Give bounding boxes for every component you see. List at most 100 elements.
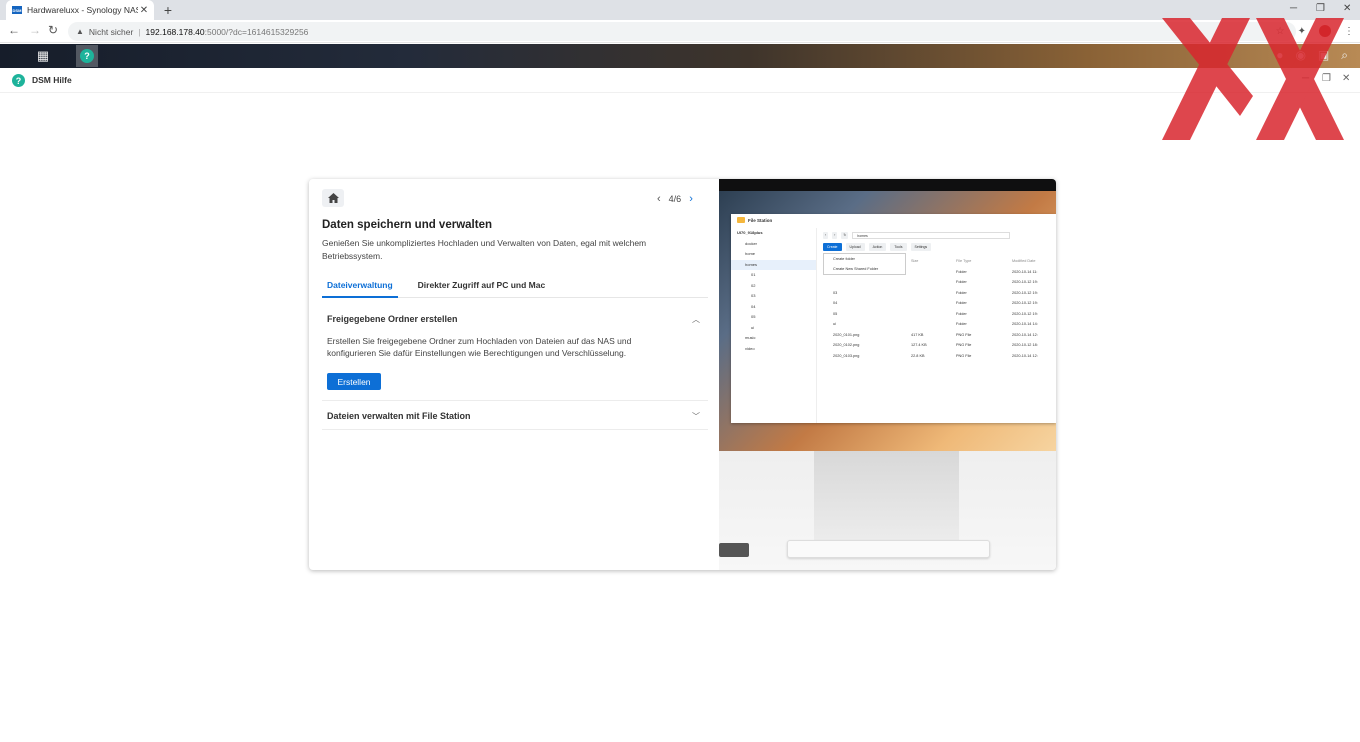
fs-cell: Folder — [956, 301, 967, 305]
fs-cell: 03 — [833, 290, 838, 295]
chevron-down-icon[interactable]: ﹀ — [692, 411, 700, 422]
fs-cell — [911, 277, 956, 288]
tab-close-icon[interactable]: ✕ — [138, 5, 150, 16]
monitor-illustration: File Station UI70_918plus docker home ho… — [719, 179, 1056, 451]
fs-action: Action — [868, 243, 887, 251]
fs-cell: 2020-10-14 14: — [1012, 322, 1038, 326]
fs-cell: 05 — [833, 311, 838, 316]
fs-cell: 2020-10-14 11: — [1012, 269, 1038, 274]
fs-table-row: 05 Folder 2020-10-12 19: — [823, 309, 1056, 320]
browser-tab[interactable]: DSM Hardwareluxx - Synology NAS ✕ — [6, 0, 154, 20]
fs-cell — [911, 319, 956, 330]
fs-cell — [823, 277, 911, 288]
tree-item: 01 — [751, 272, 756, 277]
fs-cell — [911, 298, 956, 309]
fs-back-icon: ‹ — [823, 231, 829, 239]
tree-item: ui — [751, 324, 755, 330]
help-card: ‹ 4/6 › Daten speichern und verwalten Ge… — [309, 179, 1056, 570]
url-path: :5000/?dc=1614615329256 — [204, 26, 309, 37]
keyboard — [787, 540, 990, 558]
fs-actions: Create Upload Action Tools Settings — [823, 243, 932, 251]
address-toolbar: ← → ↻ ▲ Nicht sicher | 192.168.178.40 :5… — [0, 20, 1360, 43]
fs-cell: Folder — [956, 322, 967, 326]
fs-path: homes — [852, 231, 1011, 239]
tree-item: 02 — [751, 282, 756, 288]
fs-create-menu: Create folder Create New Shared Folder — [823, 253, 906, 275]
fs-menu-item: Create New Shared Folder — [833, 267, 879, 271]
reload-icon[interactable]: ↻ — [48, 23, 58, 37]
file-station-window: File Station UI70_918plus docker home ho… — [731, 214, 1056, 423]
dsm-help-app-icon: ? — [12, 74, 25, 87]
fs-cell: Folder — [956, 280, 967, 284]
fs-action: Tools — [890, 243, 907, 251]
fs-forward-icon: › — [832, 231, 838, 239]
fs-table-row: 2020_0101.png 417 KB PNG File 2020-10-14 12… — [823, 330, 1056, 341]
fs-table-row: ui Folder 2020-10-14 14: — [823, 319, 1056, 330]
fs-cell: PNG File — [956, 332, 972, 337]
fs-cell: Size — [911, 259, 919, 263]
fs-cell: 22.8 KB — [911, 353, 925, 358]
tab-direkter-zugriff[interactable]: Direkter Zugriff auf PC und Mac — [413, 275, 551, 298]
next-page-icon[interactable]: › — [689, 193, 693, 205]
fs-cell: PNG File — [956, 353, 972, 358]
accordion-freigegebene-ordner: Freigegebene Ordner erstellen ︿ Erstelle… — [322, 303, 708, 401]
tree-item: docker — [745, 240, 758, 246]
security-label: Nicht sicher — [88, 26, 134, 37]
forward-icon[interactable]: → — [29, 23, 41, 37]
fs-title-text: File Station — [748, 217, 773, 223]
new-tab-button[interactable]: + — [160, 2, 176, 18]
fs-toolbar: ‹ › ↻ homes — [823, 230, 1056, 240]
tree-item: 03 — [751, 293, 756, 298]
fs-table-row: 2020_0103.png 22.8 KB PNG File 2020-10-14 1… — [823, 351, 1056, 362]
url-host: 192.168.178.40 — [145, 26, 205, 37]
back-icon[interactable]: ← — [8, 23, 20, 37]
fs-cell: Folder — [956, 290, 967, 295]
create-button[interactable]: Erstellen — [327, 373, 381, 390]
tab-dateiverwaltung[interactable]: Dateiverwaltung — [322, 275, 398, 298]
restore-icon[interactable]: ❐ — [1316, 3, 1325, 14]
tree-item: video — [745, 345, 755, 351]
phone — [719, 543, 749, 557]
tree-item: 04 — [751, 303, 756, 309]
fs-cell — [911, 309, 956, 320]
fs-cell: 127.4 KB — [911, 343, 927, 347]
fs-title: File Station — [737, 217, 772, 223]
fs-refresh-icon: ↻ — [841, 231, 849, 239]
page-description: Genießen Sie unkompliziertes Hochladen u… — [322, 238, 647, 261]
page-indicator: 4/6 — [668, 194, 682, 204]
fs-action: Create — [823, 243, 842, 251]
tree-item: UI70_918plus — [737, 230, 763, 235]
tree-item: 05 — [751, 314, 756, 319]
tab-title: Hardwareluxx - Synology NAS — [27, 5, 138, 15]
fs-table-row: 04 Folder 2020-10-12 19: — [823, 298, 1056, 309]
accordion-title[interactable]: Freigegebene Ordner erstellen — [327, 314, 458, 324]
fs-table-row: 03 Folder 2020-10-12 19: — [823, 288, 1056, 299]
url-separator: | — [138, 26, 141, 37]
url-field[interactable]: ▲ Nicht sicher | 192.168.178.40 :5000/?d… — [68, 22, 1296, 41]
tree-item: music — [745, 335, 756, 340]
fs-cell: 2020-10-12 19: — [1012, 301, 1038, 305]
help-question-icon: ? — [80, 49, 94, 63]
chevron-up-icon[interactable]: ︿ — [692, 314, 700, 325]
taskbar-help-app[interactable]: ? — [76, 45, 98, 67]
warning-icon: ▲ — [76, 27, 84, 36]
window-title: DSM Hilfe — [32, 75, 72, 85]
fs-cell: 417 KB — [911, 332, 924, 337]
fs-cell: 2020_0101.png — [833, 332, 860, 337]
pager: ‹ 4/6 › — [657, 193, 693, 205]
home-button[interactable] — [322, 189, 344, 207]
window-close-icon[interactable]: ✕ — [1343, 3, 1351, 14]
folder-icon — [737, 217, 745, 223]
minimize-icon[interactable]: ─ — [1290, 3, 1297, 14]
main-menu-grid-icon[interactable]: ▦ — [34, 47, 52, 65]
fs-cell: 2020-10-12 19: — [1012, 280, 1038, 284]
fs-cell: File Type — [956, 259, 972, 263]
tree-item: home — [745, 251, 756, 256]
prev-page-icon[interactable]: ‹ — [657, 193, 661, 205]
fs-table-row: Folder 2020-10-12 19: — [823, 277, 1056, 288]
fs-cell: Modified Date — [1012, 259, 1036, 263]
accordion-title[interactable]: Dateien verwalten mit File Station — [327, 411, 471, 421]
fs-cell: 2020_0102.png — [833, 343, 860, 347]
fs-cell: 04 — [833, 301, 838, 305]
fs-cell: 2020-10-12 19: — [1012, 311, 1038, 316]
